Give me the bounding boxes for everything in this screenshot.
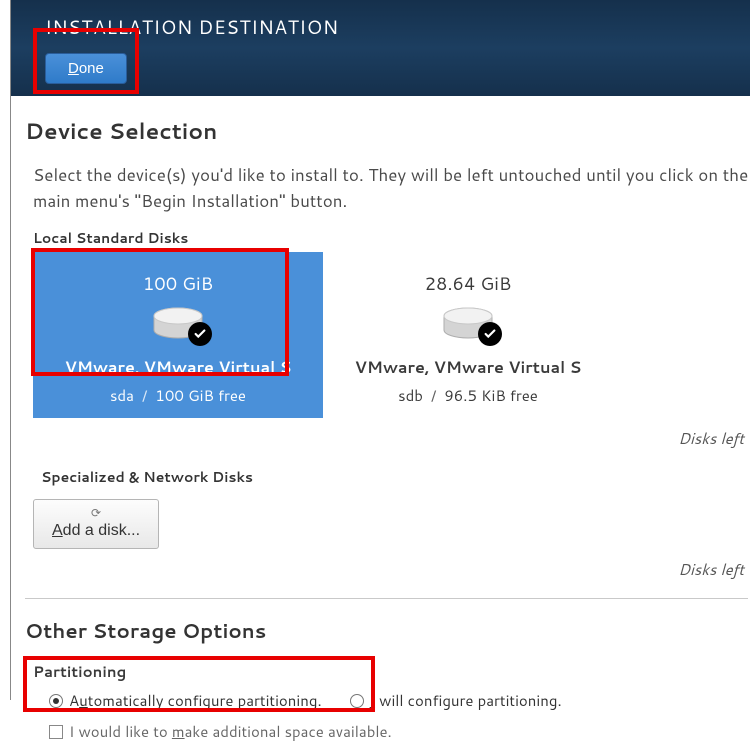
disks-hint-2: Disks left [25, 559, 750, 580]
instruction-text: Select the device(s) you'd like to insta… [33, 163, 750, 214]
checkbox-icon [49, 725, 63, 739]
local-disks-label: Local Standard Disks [33, 228, 750, 248]
add-disk-icon: ⟳ [91, 506, 101, 520]
disk-name: VMware, VMware Virtual S [333, 356, 603, 379]
page-title: INSTALLATION DESTINATION [45, 14, 730, 41]
radio-icon [49, 694, 63, 708]
disk-item-sdb[interactable]: 28.64 GiB VMware, VMware Virtual S sdb/9… [323, 252, 613, 418]
partitioning-label: Partitioning [33, 661, 750, 682]
body-area: Device Selection Select the device(s) yo… [11, 96, 750, 742]
local-disks-row: 100 GiB VMware, VMware Virtual S sda/100… [33, 252, 750, 418]
disks-hint: Disks left [25, 428, 750, 449]
other-storage-title: Other Storage Options [25, 617, 750, 645]
disk-size: 28.64 GiB [333, 270, 603, 296]
disk-size: 100 GiB [43, 270, 313, 296]
device-selection-title: Device Selection [25, 116, 750, 147]
done-button[interactable]: Done [45, 53, 127, 84]
disk-name: VMware, VMware Virtual S [43, 356, 313, 379]
radio-icon [350, 694, 364, 708]
checkmark-icon [188, 322, 212, 346]
checkmark-icon [478, 322, 502, 346]
hard-disk-icon [440, 306, 496, 344]
page-header: INSTALLATION DESTINATION Done [11, 0, 750, 96]
divider [25, 598, 748, 599]
disk-free: sdb/96.5 KiB free [333, 385, 603, 406]
hard-disk-icon [150, 306, 206, 344]
network-disks-label: Specialized & Network Disks [41, 467, 750, 487]
additional-space-checkbox[interactable]: I would like to make additional space av… [49, 721, 750, 742]
disk-item-sda[interactable]: 100 GiB VMware, VMware Virtual S sda/100… [33, 252, 323, 418]
add-disk-button[interactable]: ⟳ Add a disk... [33, 499, 159, 549]
disk-free: sda/100 GiB free [43, 385, 313, 406]
